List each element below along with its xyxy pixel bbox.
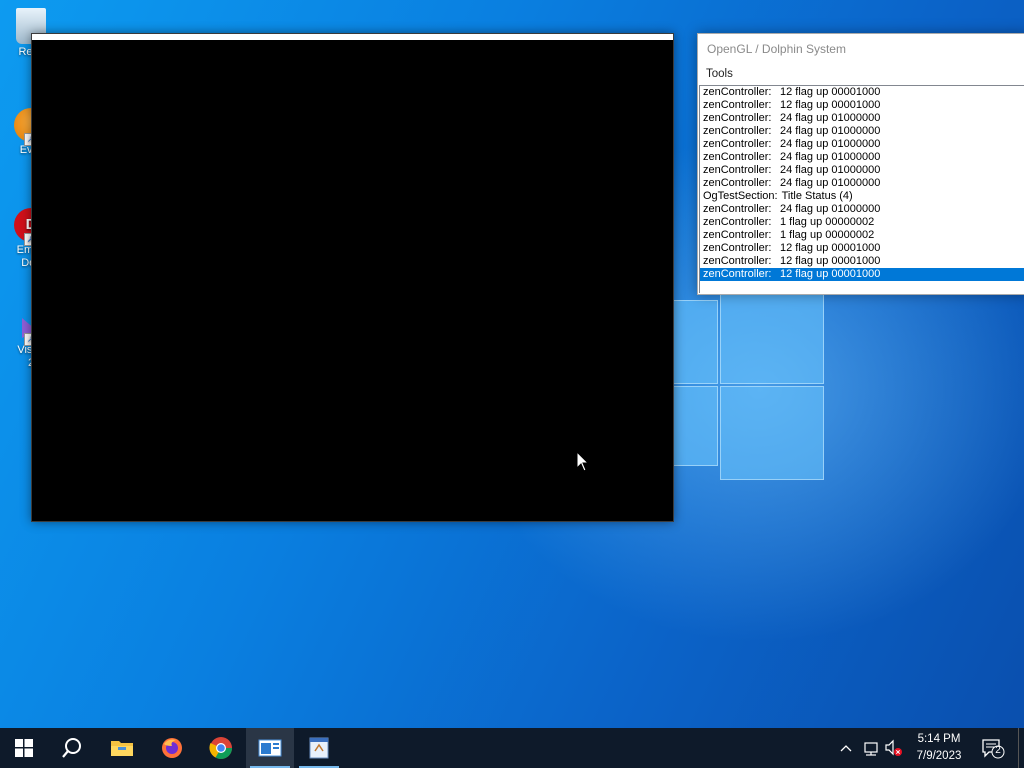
tray-network[interactable] — [862, 738, 880, 763]
log-message: 24 flag up 01000000 — [780, 151, 881, 163]
chevron-up-icon — [840, 745, 852, 752]
log-source: zenController: — [703, 138, 772, 150]
taskbar-editor-app[interactable] — [295, 728, 343, 768]
network-icon — [864, 742, 878, 756]
log-message: 1 flag up 00000002 — [780, 216, 875, 228]
editor-app-icon — [309, 737, 329, 759]
log-message: 12 flag up 00001000 — [780, 268, 881, 280]
log-message: 12 flag up 00001000 — [780, 86, 881, 98]
log-row[interactable]: OgTestSection: Title Status (4) — [700, 190, 1024, 203]
log-message: 1 flag up 00000002 — [780, 229, 875, 241]
log-source: zenController: — [703, 229, 772, 241]
log-source: zenController: — [703, 177, 772, 189]
log-row[interactable]: zenController: 24 flag up 01000000 — [700, 177, 1024, 190]
notification-count: 2 — [995, 745, 1001, 756]
log-row[interactable]: zenController: 1 flag up 00000002 — [700, 229, 1024, 242]
log-source: zenController: — [703, 86, 772, 98]
log-row[interactable]: zenController: 24 flag up 01000000 — [700, 138, 1024, 151]
log-row[interactable]: zenController: 12 flag up 00001000 — [700, 86, 1024, 99]
log-row[interactable]: zenController: 1 flag up 00000002 — [700, 216, 1024, 229]
log-row[interactable]: zenController: 24 flag up 01000000 — [700, 112, 1024, 125]
log-row[interactable]: zenController: 24 flag up 01000000 — [700, 125, 1024, 138]
search-icon — [62, 738, 81, 758]
log-row[interactable]: zenController: 12 flag up 00001000 — [700, 99, 1024, 112]
windows-logo-pane — [720, 292, 824, 384]
log-source: zenController: — [703, 242, 772, 254]
tray-volume[interactable] — [884, 738, 904, 763]
log-source: zenController: — [703, 216, 772, 228]
log-list[interactable]: zenController: 12 flag up 00001000 zenCon… — [699, 85, 1024, 293]
log-row-selected[interactable]: zenController: 12 flag up 00001000 — [700, 268, 1024, 281]
game-window-titlebar[interactable] — [32, 34, 673, 40]
log-message: 12 flag up 00001000 — [780, 242, 881, 254]
log-window-menubar: Tools — [698, 64, 1024, 84]
clock-date: 7/9/2023 — [916, 750, 962, 762]
volume-muted-icon — [885, 739, 902, 756]
log-window-title[interactable]: OpenGL / Dolphin System — [698, 34, 1024, 64]
action-center-button[interactable]: 2 — [980, 736, 1006, 760]
windows-logo-pane — [720, 386, 824, 480]
tray-overflow-button[interactable] — [840, 738, 852, 763]
windows-logo-pane — [672, 386, 718, 466]
chrome-icon — [209, 737, 232, 759]
log-source: zenController: — [703, 203, 772, 215]
log-message: 24 flag up 01000000 — [780, 177, 881, 189]
windows-start-icon — [15, 739, 33, 757]
log-message: 24 flag up 01000000 — [780, 138, 881, 150]
log-source: zenController: — [703, 164, 772, 176]
windows-logo-pane — [672, 300, 718, 384]
log-source: OgTestSection: — [703, 190, 778, 202]
file-explorer-icon — [111, 741, 133, 756]
taskbar-clock[interactable]: 5:14 PM 7/9/2023 — [906, 731, 972, 765]
taskbar-dolphin-app[interactable] — [246, 728, 294, 768]
taskbar-firefox[interactable] — [148, 728, 196, 768]
log-source: zenController: — [703, 99, 772, 111]
game-render-window[interactable] — [31, 33, 674, 522]
log-message: 12 flag up 00001000 — [780, 255, 881, 267]
log-source: zenController: — [703, 255, 772, 267]
log-source: zenController: — [703, 268, 772, 280]
log-row[interactable]: zenController: 24 flag up 01000000 — [700, 151, 1024, 164]
taskbar: 5:14 PM 7/9/2023 2 — [0, 728, 1024, 768]
log-row[interactable]: zenController: 24 flag up 01000000 — [700, 203, 1024, 216]
log-row[interactable]: zenController: 12 flag up 00001000 — [700, 255, 1024, 268]
dolphin-app-icon — [258, 739, 282, 757]
search-button[interactable] — [48, 728, 96, 768]
log-source: zenController: — [703, 125, 772, 137]
log-message: 24 flag up 01000000 — [780, 112, 881, 124]
log-row[interactable]: zenController: 12 flag up 00001000 — [700, 242, 1024, 255]
log-source: zenController: — [703, 112, 772, 124]
taskbar-chrome[interactable] — [197, 728, 245, 768]
firefox-icon — [162, 738, 182, 758]
log-source: zenController: — [703, 151, 772, 163]
log-window[interactable]: OpenGL / Dolphin System Tools zenControl… — [697, 33, 1024, 295]
log-message: 24 flag up 01000000 — [780, 125, 881, 137]
clock-time: 5:14 PM — [917, 733, 961, 745]
log-row[interactable]: zenController: 24 flag up 01000000 — [700, 164, 1024, 177]
log-message: Title Status (4) — [781, 190, 853, 202]
log-message: 12 flag up 00001000 — [780, 99, 881, 111]
log-message: 24 flag up 01000000 — [780, 164, 881, 176]
log-message: 24 flag up 01000000 — [780, 203, 881, 215]
show-desktop-button[interactable] — [1018, 728, 1024, 768]
start-button[interactable] — [0, 728, 48, 768]
menu-tools[interactable]: Tools — [706, 68, 733, 80]
taskbar-file-explorer[interactable] — [98, 728, 146, 768]
